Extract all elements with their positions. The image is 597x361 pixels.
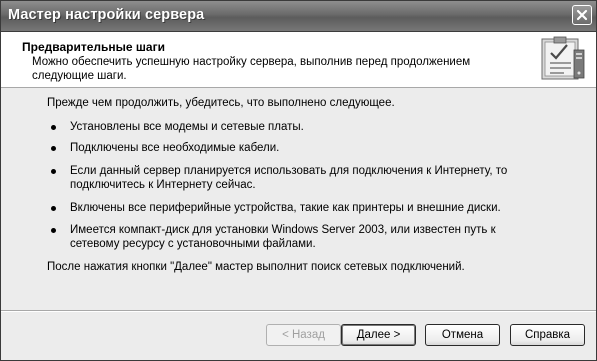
- list-item-text: Имеется компакт-диск для установки Windo…: [70, 224, 496, 250]
- bullet-icon: [51, 125, 56, 130]
- help-button[interactable]: Справка: [510, 324, 585, 346]
- list-item-text: Установлены все модемы и сетевые платы.: [70, 121, 304, 133]
- checklist-clipboard-icon: [541, 36, 585, 80]
- bullet-icon: [51, 228, 56, 233]
- wizard-window: Мастер настройки сервера Предварительные…: [0, 0, 597, 361]
- bullet-icon: [51, 146, 56, 151]
- button-separator: [1, 310, 596, 312]
- wizard-content: Прежде чем продолжить, убедитесь, что вы…: [1, 88, 596, 310]
- next-button[interactable]: Далее >: [341, 324, 416, 346]
- back-button[interactable]: < Назад: [266, 324, 341, 346]
- list-item-text: Подключены все необходимые кабели.: [70, 142, 280, 154]
- page-subtitle: Можно обеспечить успешную настройку серв…: [32, 56, 471, 82]
- page-title: Предварительные шаги: [22, 40, 165, 54]
- footer-note: После нажатия кнопки "Далее" мастер выпо…: [47, 261, 465, 273]
- close-button[interactable]: [572, 5, 592, 25]
- intro-text: Прежде чем продолжить, убедитесь, что вы…: [47, 97, 395, 109]
- list-item-text: Если данный сервер планируется использов…: [70, 165, 508, 191]
- wizard-header: Предварительные шаги Можно обеспечить ус…: [1, 32, 596, 88]
- list-item-text: Включены все периферийные устройства, та…: [70, 202, 501, 214]
- bullet-icon: [51, 169, 56, 174]
- title-bar[interactable]: Мастер настройки сервера: [1, 1, 596, 32]
- close-icon: [576, 9, 588, 21]
- cancel-button[interactable]: Отмена: [425, 324, 500, 346]
- bullet-icon: [51, 206, 56, 211]
- window-title: Мастер настройки сервера: [8, 7, 205, 23]
